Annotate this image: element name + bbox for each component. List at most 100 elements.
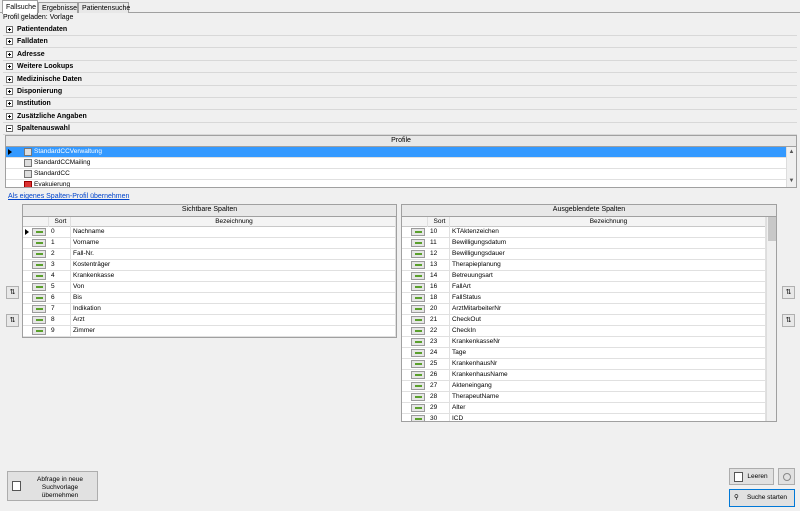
column-row[interactable]: 25 KrankenhausNr	[402, 359, 766, 370]
section-patientendaten[interactable]: Patientendaten	[3, 24, 797, 36]
settings-button[interactable]	[778, 468, 795, 485]
move-arrow-icon[interactable]	[411, 371, 425, 379]
profile-delete-icon[interactable]	[24, 181, 32, 187]
hidden-columns-scrollbar[interactable]	[766, 217, 776, 421]
move-arrow-icon[interactable]	[411, 305, 425, 313]
move-arrow-icon[interactable]	[411, 261, 425, 269]
profile-row[interactable]: StandardCCVerwaltung	[6, 147, 786, 158]
move-arrow-icon[interactable]	[32, 228, 46, 236]
column-row[interactable]: 7 Indikation	[23, 304, 396, 315]
move-arrow-icon[interactable]	[411, 382, 425, 390]
move-arrow-icon[interactable]	[32, 239, 46, 247]
column-row[interactable]: 11 Bewilligungsdatum	[402, 238, 766, 249]
move-up-icon[interactable]: ⇅	[6, 286, 19, 299]
move-down-icon[interactable]: ⇅	[6, 314, 19, 327]
move-arrow-icon[interactable]	[32, 327, 46, 335]
column-row[interactable]: 23 KrankenkasseNr	[402, 337, 766, 348]
search-button[interactable]: ⚲ Suche starten	[729, 489, 795, 507]
move-arrow-icon[interactable]	[411, 239, 425, 247]
column-row[interactable]: 4 Krankenkasse	[23, 271, 396, 282]
section-zusätzliche-angaben[interactable]: Zusätzliche Angaben	[3, 111, 797, 123]
column-row[interactable]: 28 TherapeutName	[402, 392, 766, 403]
expand-icon[interactable]	[6, 75, 13, 83]
move-arrow-icon[interactable]	[32, 250, 46, 258]
column-row[interactable]: 0 Nachname	[23, 227, 396, 238]
section-medizinische-daten[interactable]: Medizinische Daten	[3, 74, 797, 86]
move-arrow-icon[interactable]	[411, 228, 425, 236]
move-arrow-icon[interactable]	[411, 316, 425, 324]
move-arrow-icon[interactable]	[32, 294, 46, 302]
expand-icon[interactable]	[6, 63, 13, 71]
sort-column-header[interactable]: Sort	[49, 217, 71, 227]
section-weitere-lookups[interactable]: Weitere Lookups	[3, 61, 797, 74]
column-row[interactable]: 1 Vorname	[23, 238, 396, 249]
column-row[interactable]: 24 Tage	[402, 348, 766, 359]
column-row[interactable]: 16 FallArt	[402, 282, 766, 293]
column-row[interactable]: 20 ArztMitarbeiterNr	[402, 304, 766, 315]
column-row[interactable]: 29 Alter	[402, 403, 766, 414]
column-row[interactable]: 3 Kostenträger	[23, 260, 396, 271]
move-arrow-icon[interactable]	[411, 250, 425, 258]
move-arrow-icon[interactable]	[411, 393, 425, 401]
column-row[interactable]: 8 Arzt	[23, 315, 396, 326]
tab-patientensuche[interactable]: Patientensuche	[78, 2, 130, 13]
tab-ergebnisse[interactable]: Ergebnisse	[38, 2, 78, 13]
column-row[interactable]: 14 Betreuungsart	[402, 271, 766, 282]
column-row[interactable]: 22 CheckIn	[402, 326, 766, 337]
move-arrow-icon[interactable]	[32, 316, 46, 324]
move-arrow-icon[interactable]	[411, 349, 425, 357]
column-row[interactable]: 13 Therapieplanung	[402, 260, 766, 271]
expand-icon[interactable]	[6, 88, 13, 95]
section-falldaten[interactable]: Falldaten	[3, 36, 797, 49]
tab-fallsuche[interactable]: Fallsuche	[2, 0, 38, 14]
profile-row[interactable]: StandardCC	[6, 169, 786, 180]
name-column-header[interactable]: Bezeichnung	[450, 217, 766, 227]
scroll-up-icon[interactable]: ▲	[787, 148, 796, 156]
column-row[interactable]: 2 Fall-Nr.	[23, 249, 396, 260]
profile-row[interactable]: Evakuierung	[6, 180, 786, 187]
column-row[interactable]: 26 KrankenhausName	[402, 370, 766, 381]
expand-icon[interactable]	[6, 50, 13, 58]
move-arrow-icon[interactable]	[411, 294, 425, 302]
expand-icon[interactable]	[6, 26, 13, 33]
profile-icon[interactable]	[24, 170, 32, 178]
column-row[interactable]: 27 Akteneingang	[402, 381, 766, 392]
section-adresse[interactable]: Adresse	[3, 49, 797, 61]
move-down-right-icon[interactable]: ⇅	[782, 314, 795, 327]
profile-icon[interactable]	[24, 148, 32, 156]
column-row[interactable]: 30 ICD	[402, 414, 766, 421]
collapse-icon[interactable]	[6, 125, 13, 133]
profiles-scrollbar[interactable]: ▲ ▼	[786, 147, 796, 187]
expand-icon[interactable]	[6, 100, 13, 108]
column-row[interactable]: 6 Bis	[23, 293, 396, 304]
move-arrow-icon[interactable]	[411, 360, 425, 368]
apply-template-button[interactable]: Abfrage in neue Suchvorlage übernehmen	[7, 471, 98, 501]
name-column-header[interactable]: Bezeichnung	[71, 217, 396, 227]
column-row[interactable]: 12 Bewilligungsdauer	[402, 249, 766, 260]
move-arrow-icon[interactable]	[32, 283, 46, 291]
move-arrow-icon[interactable]	[411, 283, 425, 291]
own-profile-link[interactable]: Als eigenes Spalten-Profil übernehmen	[8, 193, 129, 200]
column-row[interactable]: 21 CheckOut	[402, 315, 766, 326]
move-up-right-icon[interactable]: ⇅	[782, 286, 795, 299]
move-arrow-icon[interactable]	[32, 261, 46, 269]
section-disponierung[interactable]: Disponierung	[3, 86, 797, 98]
scroll-down-icon[interactable]: ▼	[787, 177, 796, 185]
section-spaltenauswahl[interactable]: Spaltenauswahl	[3, 123, 797, 136]
move-arrow-icon[interactable]	[411, 404, 425, 412]
move-arrow-icon[interactable]	[32, 305, 46, 313]
move-arrow-icon[interactable]	[411, 415, 425, 421]
move-arrow-icon[interactable]	[411, 327, 425, 335]
sort-column-header[interactable]: Sort	[428, 217, 450, 227]
expand-icon[interactable]	[6, 38, 13, 46]
column-row[interactable]: 5 Von	[23, 282, 396, 293]
move-arrow-icon[interactable]	[32, 272, 46, 280]
clear-button[interactable]: Leeren	[729, 468, 774, 485]
scroll-thumb[interactable]	[768, 217, 776, 241]
move-arrow-icon[interactable]	[411, 272, 425, 280]
column-row[interactable]: 10 KTAktenzeichen	[402, 227, 766, 238]
expand-icon[interactable]	[6, 112, 13, 120]
column-row[interactable]: 9 Zimmer	[23, 326, 396, 337]
move-arrow-icon[interactable]	[411, 338, 425, 346]
profile-icon[interactable]	[24, 159, 32, 167]
